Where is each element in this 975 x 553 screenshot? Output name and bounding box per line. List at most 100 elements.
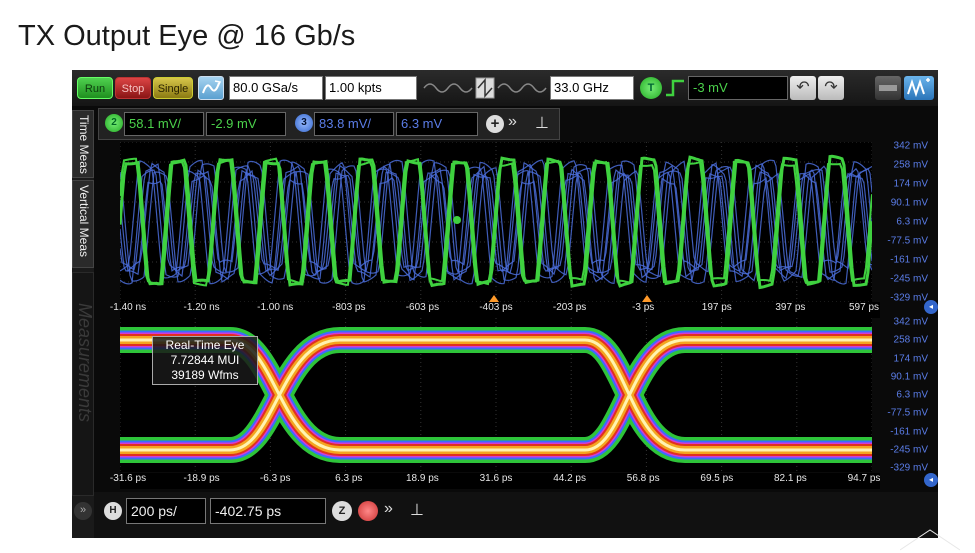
axis-tick-label: -603 ps bbox=[405, 302, 440, 313]
axis-tick-label: -803 ps bbox=[332, 302, 366, 313]
expand-more-icon[interactable]: » bbox=[384, 500, 393, 518]
eye-y-axis: 342 mV 258 mV 174 mV 90.1 mV 6.3 mV -77.5 mV -… bbox=[874, 316, 932, 474]
channel-2-scale[interactable]: 58.1 mV/ bbox=[124, 112, 204, 136]
axis-tick-label: 18.9 ps bbox=[405, 473, 439, 484]
autoscale-button[interactable] bbox=[198, 76, 224, 100]
axis-tick-label: -1.20 ns bbox=[183, 302, 220, 313]
waveform-canvas bbox=[118, 141, 874, 303]
horizontal-button[interactable]: H bbox=[104, 502, 122, 520]
axis-tick-label: -77.5 mV bbox=[887, 235, 928, 247]
axis-tick-label: 342 mV bbox=[893, 140, 928, 152]
axis-tick-label: -329 mV bbox=[890, 292, 928, 304]
eye-legend-title: Real-Time Eye bbox=[165, 338, 245, 352]
axis-tick-label: -161 mV bbox=[890, 254, 928, 266]
axis-tick-label: -245 mV bbox=[890, 444, 928, 456]
axis-tick-label: 56.8 ps bbox=[626, 473, 660, 484]
expand-more-icon[interactable]: » bbox=[508, 113, 517, 131]
eye-legend: Real-Time Eye 7.72844 MUI 39189 Wfms bbox=[152, 336, 258, 385]
tab-time-meas[interactable]: Time Meas bbox=[72, 110, 94, 178]
waveform-scroll-icon[interactable]: ◂ bbox=[924, 300, 938, 314]
axis-tick-label: -6.3 ps bbox=[259, 473, 291, 484]
axis-tick-label: -403 ps bbox=[479, 302, 513, 313]
channel-3-scale[interactable]: 83.8 mV/ bbox=[314, 112, 394, 136]
axis-tick-label: 31.6 ps bbox=[479, 473, 513, 484]
axis-tick-label: -203 ps bbox=[552, 302, 587, 313]
axis-tick-label: 82.1 ps bbox=[773, 473, 807, 484]
run-button[interactable]: Run bbox=[77, 77, 113, 99]
tab-vertical-meas-label: Vertical Meas bbox=[77, 185, 91, 258]
timebase-bar: H 200 ps/ -402.75 ps Z » ⊥ bbox=[94, 492, 938, 538]
axis-tick-label: 44.2 ps bbox=[553, 473, 586, 484]
undo-icon[interactable]: ↶ bbox=[790, 76, 816, 100]
slide-corner-decoration bbox=[900, 529, 960, 551]
trigger-marker[interactable] bbox=[489, 295, 499, 302]
axis-tick-label: -1.40 ns bbox=[109, 302, 147, 313]
axis-tick-label: -1.00 ns bbox=[257, 302, 294, 313]
axis-tick-label: 597 ps bbox=[848, 302, 880, 313]
expand-sidebar-icon[interactable]: » bbox=[74, 502, 92, 520]
rising-edge-icon[interactable] bbox=[664, 78, 686, 98]
stop-button[interactable]: Stop bbox=[115, 77, 151, 99]
axis-tick-label: 342 mV bbox=[893, 316, 928, 328]
redo-icon[interactable]: ↷ bbox=[818, 76, 844, 100]
single-button[interactable]: Single bbox=[153, 77, 193, 99]
axis-tick-label: 90.1 mV bbox=[890, 197, 928, 209]
axis-tick-label: 94.7 ps bbox=[847, 473, 881, 484]
axis-tick-label: -31.6 ps bbox=[109, 473, 147, 484]
slide-title: TX Output Eye @ 16 Gb/s bbox=[18, 20, 356, 52]
measurement-sidebar: Time Meas Vertical Meas Measurements » bbox=[72, 110, 95, 538]
marker-icon[interactable] bbox=[358, 501, 378, 521]
eye-legend-mui: 7.72844 MUI bbox=[170, 353, 240, 367]
memory-depth-field[interactable]: 1.00 kpts bbox=[325, 76, 417, 100]
pin-icon[interactable]: ⊥ bbox=[535, 113, 549, 133]
timebase-scale-field[interactable]: 200 ps/ bbox=[126, 498, 206, 524]
axis-tick-label: -18.9 ps bbox=[183, 473, 220, 484]
oscilloscope-window: Run Stop Single 80.0 GSa/s 1.00 kpts 33.… bbox=[72, 70, 938, 538]
axis-tick-label: -3 ps bbox=[632, 302, 655, 313]
add-channel-icon[interactable]: + bbox=[486, 115, 504, 133]
channel-bar: 2 58.1 mV/ -2.9 mV 3 83.8 mV/ 6.3 mV + »… bbox=[98, 108, 560, 140]
axis-tick-label: 6.3 mV bbox=[896, 216, 928, 228]
waveform-plot[interactable] bbox=[118, 141, 874, 303]
layout-icon[interactable] bbox=[875, 76, 901, 100]
eye-legend-wfms: 39189 Wfms bbox=[171, 368, 239, 382]
tab-vertical-meas[interactable]: Vertical Meas bbox=[72, 180, 94, 268]
axis-tick-label: 69.5 ps bbox=[700, 473, 734, 484]
channel-2-marker[interactable] bbox=[453, 216, 461, 224]
axis-tick-label: 174 mV bbox=[893, 353, 928, 364]
axis-tick-label: 6.3 ps bbox=[335, 473, 363, 484]
axis-tick-label: 174 mV bbox=[893, 178, 928, 190]
axis-tick-label: -161 mV bbox=[890, 426, 928, 437]
trigger-marker[interactable] bbox=[642, 295, 652, 302]
waveform-y-axis: 342 mV 258 mV 174 mV 90.1 mV 6.3 mV -77.5 mV -… bbox=[874, 140, 932, 304]
tab-measurements-label: Measurements bbox=[75, 303, 95, 423]
bandwidth-filter-icon[interactable] bbox=[422, 76, 548, 100]
axis-tick-label: -245 mV bbox=[890, 273, 928, 285]
autoscale-icon bbox=[202, 80, 222, 94]
axis-tick-label: 397 ps bbox=[775, 302, 806, 313]
waveform-x-axis: -1.40 ns -1.20 ns -1.00 ns -803 ps -603 ps -4… bbox=[110, 302, 880, 318]
channel-3-offset[interactable]: 6.3 mV bbox=[396, 112, 478, 136]
tab-measurements[interactable]: Measurements bbox=[72, 272, 95, 496]
axis-tick-label: -329 mV bbox=[890, 462, 928, 474]
bandwidth-field[interactable]: 33.0 GHz bbox=[550, 76, 634, 100]
axis-tick-label: 197 ps bbox=[701, 302, 732, 313]
axis-tick-label: 258 mV bbox=[893, 334, 928, 346]
axis-tick-label: 90.1 mV bbox=[890, 371, 928, 383]
channel-2-offset[interactable]: -2.9 mV bbox=[206, 112, 286, 136]
axis-tick-label: 258 mV bbox=[893, 159, 928, 171]
zoom-button[interactable]: Z bbox=[332, 501, 352, 521]
waveform-view-icon[interactable] bbox=[904, 76, 934, 100]
axis-tick-label: -77.5 mV bbox=[887, 407, 928, 419]
trigger-level-field[interactable]: -3 mV bbox=[688, 76, 788, 100]
sample-rate-field[interactable]: 80.0 GSa/s bbox=[229, 76, 323, 100]
channel-2-button[interactable]: 2 bbox=[105, 114, 123, 132]
axis-tick-label: 6.3 mV bbox=[896, 389, 928, 401]
eye-scroll-icon[interactable]: ◂ bbox=[924, 473, 938, 487]
trigger-button[interactable]: T bbox=[640, 77, 662, 99]
channel-3-button[interactable]: 3 bbox=[295, 114, 313, 132]
pin-icon[interactable]: ⊥ bbox=[410, 500, 424, 520]
tab-time-meas-label: Time Meas bbox=[77, 115, 91, 174]
top-toolbar: Run Stop Single 80.0 GSa/s 1.00 kpts 33.… bbox=[72, 70, 938, 106]
timebase-position-field[interactable]: -402.75 ps bbox=[210, 498, 326, 524]
